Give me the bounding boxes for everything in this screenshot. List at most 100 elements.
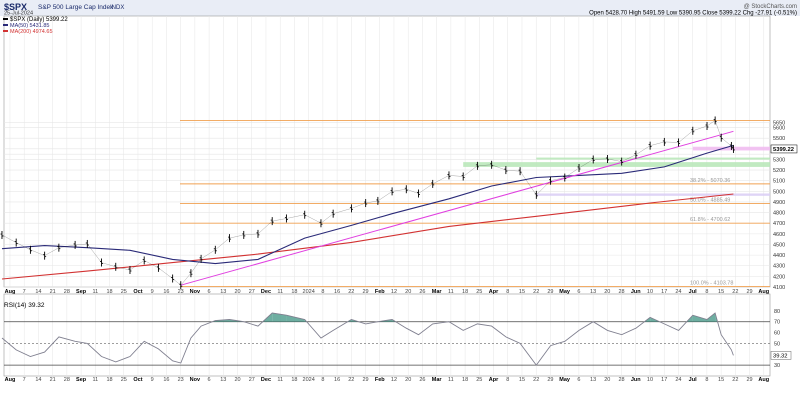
x-tick-label: 18	[462, 377, 468, 383]
price-tick-label: 4700	[773, 221, 785, 227]
price-tick-label: 4300	[773, 264, 785, 270]
price-tick-label: 4400	[773, 253, 785, 259]
price-x-tick-label: 14	[35, 289, 41, 295]
rsi-tick-label: 80	[774, 309, 780, 315]
price-x-tick-label: 28	[618, 289, 624, 295]
x-tick-label: 11	[448, 377, 454, 383]
x-tick-label: 2024	[303, 377, 315, 383]
x-tick-label: 28	[64, 377, 70, 383]
x-tick-label: 8	[506, 377, 509, 383]
support-zone	[536, 157, 770, 160]
price-x-tick-label: 6	[577, 289, 580, 295]
price-x-tick-label: 9	[151, 289, 154, 295]
support-zone	[463, 162, 770, 167]
price-x-tick-label: 20	[405, 289, 411, 295]
price-x-tick-label: Dec	[261, 289, 271, 295]
price-tick-label: 4800	[773, 211, 785, 217]
price-x-tick-label: 29	[362, 289, 368, 295]
price-x-tick-label: 16	[163, 289, 169, 295]
price-x-tick-label: 12	[391, 289, 397, 295]
stock-chart: 100.0% - 4103.7861.8% - 4700.6250.0% - 4…	[0, 0, 800, 400]
x-tick-label: Jun	[631, 377, 641, 383]
exchange-label: INDX	[110, 5, 124, 11]
price-tick-label: 4500	[773, 242, 785, 248]
price-x-tick-label: 26	[419, 289, 425, 295]
x-tick-label: 16	[334, 377, 340, 383]
price-x-tick-label: 22	[533, 289, 539, 295]
price-x-tick-label: 13	[590, 289, 596, 295]
x-tick-label: Oct	[133, 377, 142, 383]
x-tick-label: 29	[362, 377, 368, 383]
price-label: 5399.22	[773, 147, 794, 153]
price-x-tick-label: 20	[234, 289, 240, 295]
x-tick-label: 13	[220, 377, 226, 383]
x-tick-label: 20	[234, 377, 240, 383]
price-x-tick-label: 24	[675, 289, 681, 295]
chart-stage: 100.0% - 4103.78 61.8% - 4700.62 50.0% - 4…	[0, 0, 800, 400]
fib-level-label: 38.2% - 5070.36	[690, 178, 730, 184]
legend-ma50-swatch	[3, 24, 8, 26]
price-x-tick-label: 22	[348, 289, 354, 295]
price-x-tick-label: 11	[448, 289, 454, 295]
date-label: 25-Jul-2024	[4, 11, 33, 17]
x-tick-label: 6	[208, 377, 211, 383]
price-tick-label: 5100	[773, 179, 785, 185]
price-x-tick-label: 17	[661, 289, 667, 295]
price-x-tick-label: 18	[106, 289, 112, 295]
price-x-tick-label: Sep	[76, 289, 87, 295]
price-tick-label: 4100	[773, 285, 785, 291]
price-x-tick-label: 8	[705, 289, 708, 295]
x-tick-label: 10	[647, 377, 653, 383]
price-x-tick-label: Nov	[190, 289, 201, 295]
x-tick-label: 7	[23, 377, 26, 383]
x-tick-label: 18	[106, 377, 112, 383]
x-tick-label: Mar	[432, 377, 443, 383]
price-tick-label: 5600	[773, 126, 785, 132]
price-x-tick-label: Jun	[631, 289, 641, 295]
price-x-tick-label: 27	[249, 289, 255, 295]
price-x-tick-label: 21	[50, 289, 56, 295]
x-tick-label: 11	[92, 377, 98, 383]
fib-level-label: 100.0% - 4103.78	[690, 281, 733, 287]
x-tick-label: 22	[732, 377, 738, 383]
x-tick-label: Nov	[190, 377, 201, 383]
price-x-tick-label: Aug	[758, 289, 769, 295]
price-x-tick-label: 7	[23, 289, 26, 295]
x-tick-label: 23	[178, 377, 184, 383]
price-x-tick-label: 16	[334, 289, 340, 295]
x-tick-label: 25	[476, 377, 482, 383]
price-x-tick-label: 2024	[303, 289, 315, 295]
price-x-tick-label: 25	[476, 289, 482, 295]
price-tick-label: 5300	[773, 157, 785, 163]
x-tick-label: 16	[163, 377, 169, 383]
price-x-tick-label: Apr	[489, 289, 499, 295]
price-x-tick-label: 10	[647, 289, 653, 295]
legend-ma200: MA(200) 4974.65	[10, 29, 53, 35]
x-tick-label: Sep	[76, 377, 87, 383]
price-x-tick-label: 11	[92, 289, 98, 295]
ohlc-summary: Open 5428.70 High 5491.59 Low 5390.95 Cl…	[589, 11, 797, 17]
price-x-tick-label: 15	[519, 289, 525, 295]
x-tick-label: 9	[151, 377, 154, 383]
x-tick-label: Aug	[5, 377, 16, 383]
rsi-tick-label: 30	[774, 363, 780, 369]
price-x-tick-label: May	[559, 289, 571, 295]
x-tick-label: 17	[661, 377, 667, 383]
price-x-tick-label: 25	[121, 289, 127, 295]
price-x-tick-label: 28	[64, 289, 70, 295]
price-x-tick-label: 23	[178, 289, 184, 295]
x-tick-label: 26	[419, 377, 425, 383]
price-x-tick-label: Feb	[375, 289, 385, 295]
rsi-tick-label: 70	[774, 320, 780, 326]
rsi-tick-label: 60	[774, 331, 780, 337]
x-tick-label: 22	[533, 377, 539, 383]
legend-ma200-swatch	[3, 30, 8, 32]
fib-level-label: 61.8% - 4700.62	[690, 217, 730, 223]
x-tick-label: 8	[321, 377, 324, 383]
x-tick-label: 14	[35, 377, 41, 383]
price-tick-label: 4900	[773, 200, 785, 206]
price-tick-label: 4200	[773, 274, 785, 280]
x-tick-label: Apr	[489, 377, 499, 383]
rsi-tick-label: 50	[774, 341, 780, 347]
support-zone	[536, 193, 770, 196]
